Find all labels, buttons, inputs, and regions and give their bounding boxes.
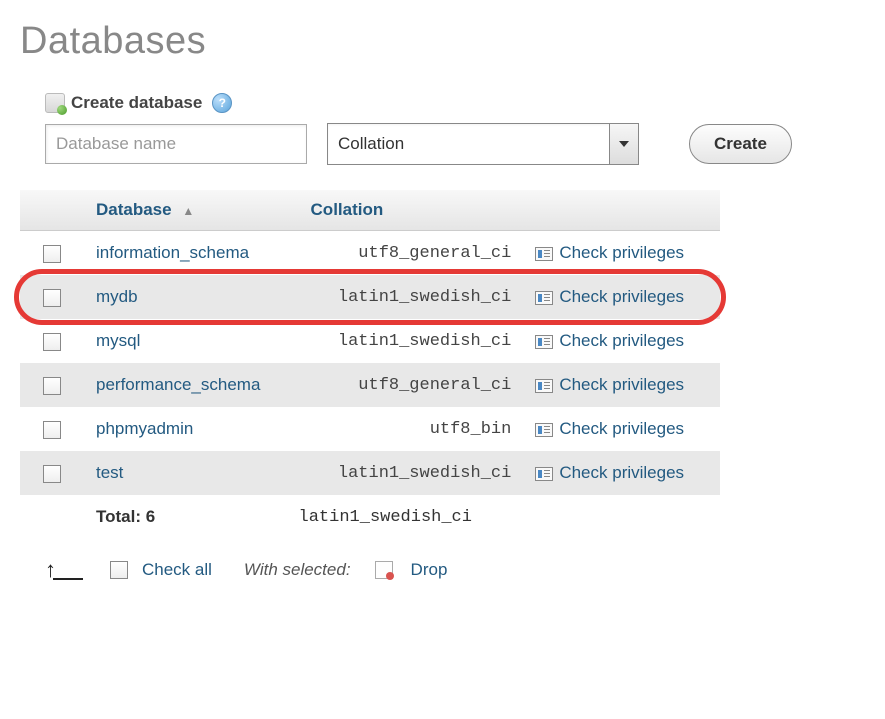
row-checkbox[interactable]: [43, 421, 61, 439]
table-row: mydb latin1_swedish_ci Check privileges: [20, 275, 720, 319]
row-checkbox[interactable]: [43, 289, 61, 307]
collation-select-value: Collation: [328, 134, 404, 154]
check-all-link[interactable]: Check all: [142, 560, 212, 580]
header-database[interactable]: Database ▲: [84, 190, 299, 231]
database-link[interactable]: performance_schema: [96, 375, 260, 394]
privileges-icon: [535, 335, 553, 349]
check-privileges-link[interactable]: Check privileges: [559, 375, 684, 394]
chevron-down-icon: [609, 124, 638, 164]
database-link[interactable]: mysql: [96, 331, 140, 350]
database-name-input[interactable]: [45, 124, 307, 164]
total-collation: latin1_swedish_ci: [299, 495, 524, 539]
table-footer-actions: ↑ Check all With selected: Drop: [45, 557, 865, 583]
database-link[interactable]: information_schema: [96, 243, 249, 262]
collation-value: latin1_swedish_ci: [299, 275, 524, 319]
total-label: Total: 6: [84, 495, 299, 539]
arrow-up-icon: ↑: [45, 557, 56, 583]
check-privileges-link[interactable]: Check privileges: [559, 463, 684, 482]
privileges-icon: [535, 247, 553, 261]
privileges-icon: [535, 423, 553, 437]
help-icon[interactable]: ?: [212, 93, 232, 113]
privileges-icon: [535, 379, 553, 393]
create-database-label: Create database: [71, 93, 202, 113]
check-all-checkbox[interactable]: [110, 561, 128, 579]
collation-value: utf8_general_ci: [299, 231, 524, 276]
create-database-section: Create database ? Collation Create: [45, 93, 865, 165]
page-title: Databases: [20, 20, 865, 63]
collation-value: utf8_bin: [299, 407, 524, 451]
row-checkbox[interactable]: [43, 333, 61, 351]
drop-icon: [375, 561, 393, 579]
sort-asc-icon: ▲: [182, 204, 194, 218]
database-add-icon: [45, 93, 65, 113]
database-link[interactable]: test: [96, 463, 123, 482]
with-selected-label: With selected:: [244, 560, 351, 580]
check-privileges-link[interactable]: Check privileges: [559, 243, 684, 262]
database-link[interactable]: phpmyadmin: [96, 419, 193, 438]
privileges-icon: [535, 467, 553, 481]
collation-value: latin1_swedish_ci: [299, 319, 524, 363]
row-checkbox[interactable]: [43, 465, 61, 483]
table-row: test latin1_swedish_ci Check privileges: [20, 451, 720, 495]
table-row: mysql latin1_swedish_ci Check privileges: [20, 319, 720, 363]
table-row: information_schema utf8_general_ci Check p…: [20, 231, 720, 276]
drop-link[interactable]: Drop: [411, 560, 448, 580]
create-button[interactable]: Create: [689, 124, 792, 164]
header-checkbox-col: [20, 190, 84, 231]
header-collation[interactable]: Collation: [299, 190, 524, 231]
check-privileges-link[interactable]: Check privileges: [559, 419, 684, 438]
row-checkbox[interactable]: [43, 377, 61, 395]
collation-select[interactable]: Collation: [327, 123, 639, 165]
table-row: performance_schema utf8_general_ci Check p…: [20, 363, 720, 407]
database-link[interactable]: mydb: [96, 287, 138, 306]
collation-value: utf8_general_ci: [299, 363, 524, 407]
table-row: phpmyadmin utf8_bin Check privileges: [20, 407, 720, 451]
privileges-icon: [535, 291, 553, 305]
collation-value: latin1_swedish_ci: [299, 451, 524, 495]
check-privileges-link[interactable]: Check privileges: [559, 331, 684, 350]
check-privileges-link[interactable]: Check privileges: [559, 287, 684, 306]
total-row: Total: 6latin1_swedish_ci: [20, 495, 720, 539]
databases-table: Database ▲ Collation information_schemau…: [20, 190, 720, 539]
row-checkbox[interactable]: [43, 245, 61, 263]
header-actions: [523, 190, 720, 231]
